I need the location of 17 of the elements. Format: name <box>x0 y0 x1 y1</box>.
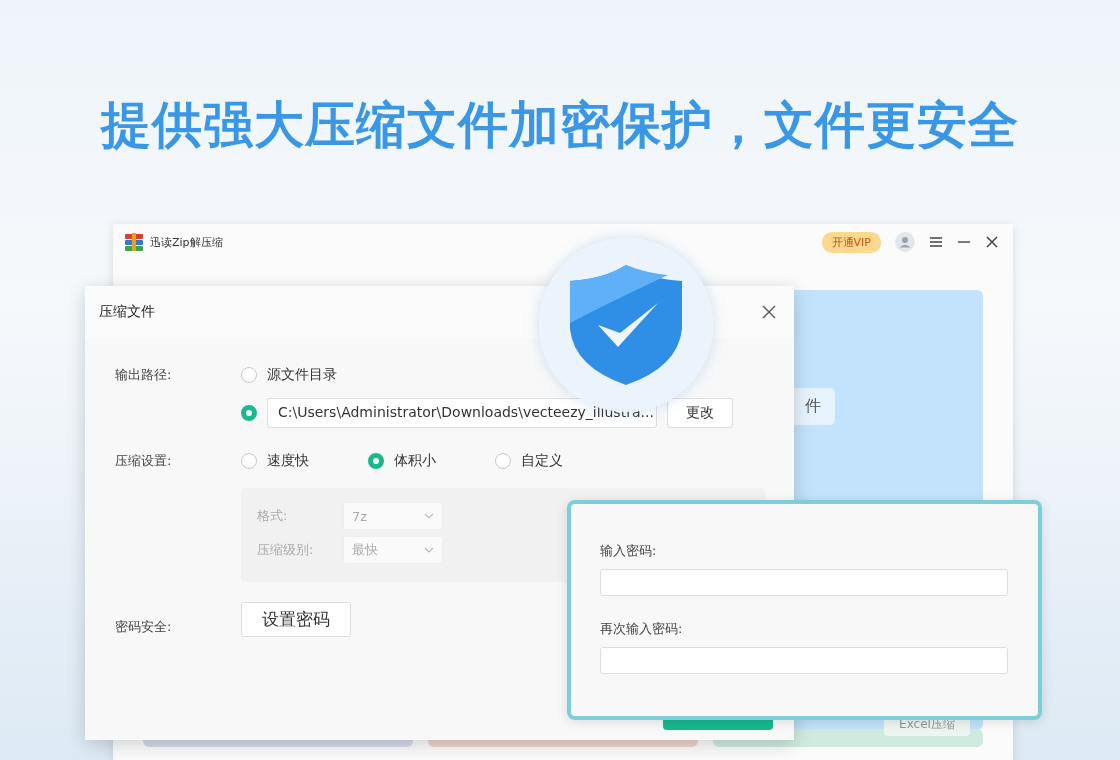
field-label: 压缩设置: <box>115 452 173 470</box>
field-label: 输入密码: <box>600 542 658 560</box>
radio-label[interactable]: 源文件目录 <box>267 366 337 384</box>
headline: 提供强大压缩文件加密保护，文件更安全 <box>99 95 1020 156</box>
radio-label[interactable]: 速度快 <box>267 452 309 470</box>
radio-label[interactable]: 自定义 <box>521 452 563 470</box>
set-password-button[interactable]: 设置密码 <box>241 602 351 637</box>
app-title: 迅读Zip解压缩 <box>150 234 223 250</box>
field-label: 压缩级别: <box>257 541 315 559</box>
path-field[interactable]: C:\Users\Administrator\Downloads\vecteezy_illustra... <box>267 398 657 428</box>
dialog-title: 压缩文件 <box>99 303 155 321</box>
radio-label[interactable]: 体积小 <box>394 452 436 470</box>
field-label: 密码安全: <box>115 618 173 636</box>
field-label: 再次输入密码: <box>600 620 684 638</box>
field-label: 格式: <box>257 507 289 525</box>
change-button[interactable]: 更改 <box>667 398 733 428</box>
field-label: 输出路径: <box>115 366 173 384</box>
